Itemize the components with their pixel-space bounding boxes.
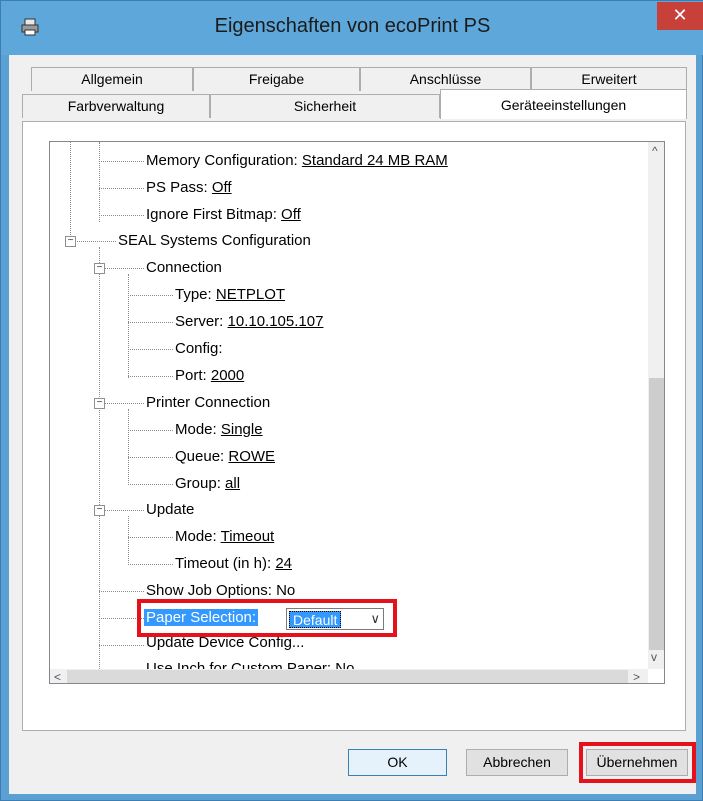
collapse-icon[interactable]: −	[65, 236, 76, 247]
tree-item-ps-pass[interactable]: PS Pass: Off	[146, 178, 232, 198]
tree-line	[70, 241, 116, 242]
tree-item-value[interactable]: NETPLOT	[216, 286, 285, 303]
tree-item-value[interactable]: Off	[281, 206, 301, 223]
tree-item-port[interactable]: Port: 2000	[175, 366, 244, 386]
tree-item-label: Memory Configuration:	[146, 152, 302, 169]
tree-item-label: PS Pass:	[146, 179, 212, 196]
tree-line	[128, 349, 173, 350]
highlight-box	[137, 599, 397, 637]
highlight-box	[579, 742, 696, 783]
ok-button[interactable]: OK	[348, 749, 447, 776]
vertical-scrollbar[interactable]: ^ v	[648, 142, 664, 669]
tab-anschluesse[interactable]: Anschlüsse	[360, 67, 531, 91]
tree-item-timeout[interactable]: Timeout (in h): 24	[175, 554, 292, 574]
tree-item-update[interactable]: Update	[146, 500, 194, 520]
tree-item-server[interactable]: Server: 10.10.105.107	[175, 312, 323, 332]
tab-geraeteeinstellungen[interactable]: Geräteeinstellungen	[440, 89, 687, 119]
tree-item-seal[interactable]: SEAL Systems Configuration	[118, 231, 311, 251]
tree-item-config[interactable]: Config:	[175, 339, 223, 359]
tree-line	[128, 430, 173, 431]
tree-item-group[interactable]: Group: all	[175, 474, 240, 494]
tree-line	[128, 409, 129, 485]
close-button[interactable]: ✕	[657, 2, 703, 30]
tree-item-value[interactable]: 10.10.105.107	[228, 313, 324, 330]
scroll-thumb[interactable]	[649, 378, 664, 650]
settings-tree[interactable]: − − − − Memory Configuration: Standard 2…	[49, 141, 665, 684]
scroll-right-icon[interactable]: >	[633, 670, 640, 683]
tab-allgemein[interactable]: Allgemein	[31, 67, 193, 91]
scroll-thumb[interactable]	[67, 670, 628, 683]
tree-line	[128, 376, 173, 377]
window-title: Eigenschaften von ecoPrint PS	[214, 15, 491, 37]
tree-item-value[interactable]: all	[225, 475, 240, 492]
cancel-button[interactable]: Abbrechen	[466, 749, 568, 776]
tree-item-memory[interactable]: Memory Configuration: Standard 24 MB RAM	[146, 151, 448, 171]
tree-line	[99, 247, 100, 669]
tree-item-value[interactable]: 24	[275, 555, 292, 572]
tree-item-label: Timeout (in h):	[175, 555, 276, 572]
scroll-up-icon[interactable]: ^	[652, 144, 658, 158]
tree-item-label: Type:	[175, 286, 216, 303]
tree-line	[99, 188, 144, 189]
tree-item-ignore-bitmap[interactable]: Ignore First Bitmap: Off	[146, 205, 301, 225]
tree-line	[70, 142, 71, 239]
tree-item-mode[interactable]: Mode: Single	[175, 420, 263, 440]
collapse-icon[interactable]: −	[94, 398, 105, 409]
tab-erweitert[interactable]: Erweitert	[531, 67, 687, 91]
tab-freigabe[interactable]: Freigabe	[193, 67, 360, 91]
tree-line	[99, 161, 144, 162]
horizontal-scrollbar[interactable]: < >	[50, 669, 648, 683]
tree-item-queue[interactable]: Queue: ROWE	[175, 447, 275, 467]
collapse-icon[interactable]: −	[94, 505, 105, 516]
tree-item-value[interactable]: 2000	[211, 367, 244, 384]
tab-farbverwaltung[interactable]: Farbverwaltung	[22, 94, 210, 118]
tree-item-label: Group:	[175, 475, 226, 492]
tree-item-label: Server:	[175, 313, 228, 330]
properties-window: Eigenschaften von ecoPrint PS ✕ Allgemei…	[0, 0, 703, 801]
scroll-left-icon[interactable]: <	[54, 670, 61, 683]
tree-item-type[interactable]: Type: NETPLOT	[175, 285, 285, 305]
tree-item-label: Mode:	[175, 421, 221, 438]
tree-line	[128, 295, 173, 296]
tree-item-value[interactable]: Off	[212, 179, 232, 196]
title-bar: Eigenschaften von ecoPrint PS ✕	[1, 1, 703, 55]
tree-line	[128, 564, 173, 565]
tree-line	[99, 268, 144, 269]
tree-line	[99, 510, 144, 511]
tree-item-value[interactable]: Standard 24 MB RAM	[302, 152, 448, 169]
tree-item-label: Ignore First Bitmap:	[146, 206, 282, 223]
tree-item-value[interactable]: ROWE	[228, 448, 275, 465]
tree-line	[99, 142, 100, 222]
tree-line	[128, 537, 173, 538]
tree-item-value[interactable]: Timeout	[221, 528, 275, 545]
tree-item-update-mode[interactable]: Mode: Timeout	[175, 527, 274, 547]
tree-line	[99, 215, 144, 216]
tree-item-value[interactable]: Single	[221, 421, 263, 438]
tree-item-printer-connection[interactable]: Printer Connection	[146, 393, 270, 413]
tree-line	[128, 457, 173, 458]
collapse-icon[interactable]: −	[94, 263, 105, 274]
scroll-down-icon[interactable]: v	[651, 650, 657, 664]
tree-line	[99, 645, 144, 646]
tree-line	[99, 591, 144, 592]
tree-item-label: Port:	[175, 367, 211, 384]
tree-line	[128, 322, 173, 323]
tree-item-label: Queue:	[175, 448, 229, 465]
tree-line	[128, 274, 129, 378]
tree-item-connection[interactable]: Connection	[146, 258, 222, 278]
tree-item-label: Mode:	[175, 528, 221, 545]
tree-item-show-job-options[interactable]: Show Job Options: No	[146, 581, 295, 601]
tree-line	[99, 403, 144, 404]
tree-line	[128, 484, 173, 485]
tab-sicherheit[interactable]: Sicherheit	[210, 94, 440, 118]
tree-line	[128, 516, 129, 565]
